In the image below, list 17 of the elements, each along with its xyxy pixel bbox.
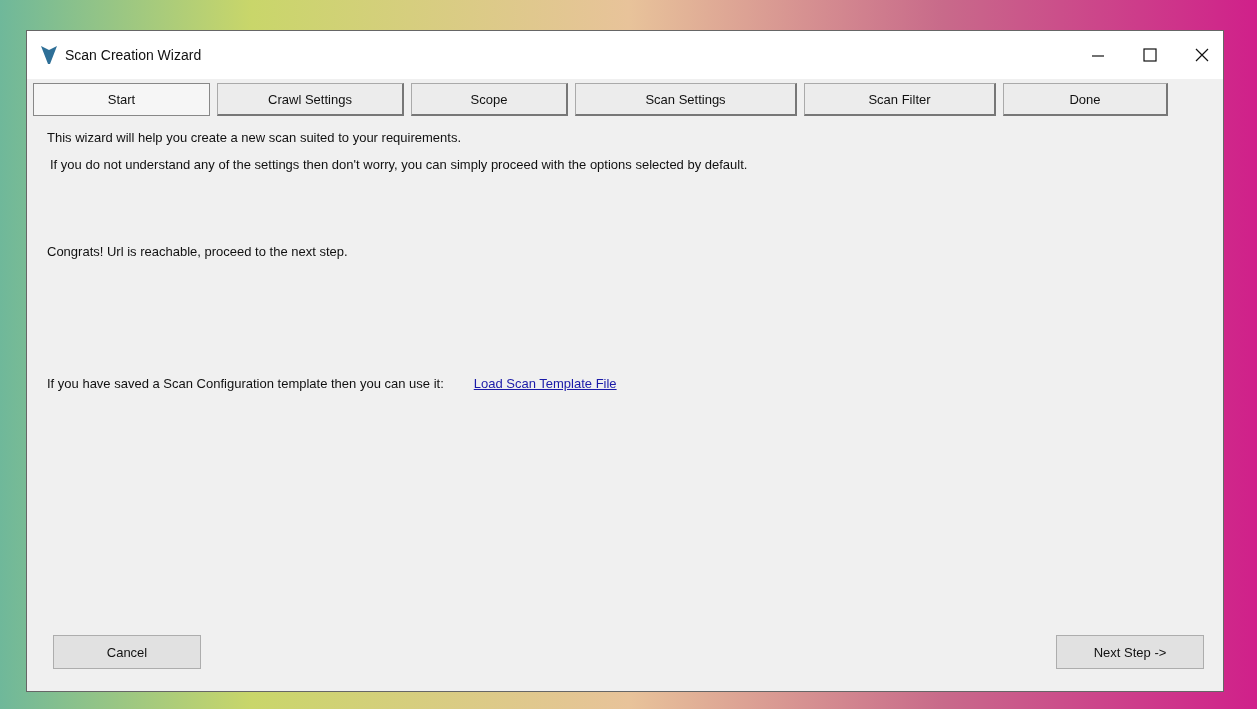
window-title: Scan Creation Wizard xyxy=(65,47,202,63)
next-step-button[interactable]: Next Step -> xyxy=(1056,635,1204,669)
wizard-tab[interactable]: Scan Settings xyxy=(575,83,797,116)
wizard-tab[interactable]: Done xyxy=(1003,83,1168,116)
cancel-button[interactable]: Cancel xyxy=(53,635,201,669)
logo-icon xyxy=(41,46,57,64)
intro-text: This wizard will help you create a new scan suited to your requirements. xyxy=(46,130,463,145)
intro-text: If you do not understand any of the settings then don't worry, you can simply proceed with the options selected by default. xyxy=(49,157,749,172)
status-message: Congrats! Url is reachable, proceed to the next step. xyxy=(46,244,349,259)
template-text: If you have saved a Scan Configuration template then you can use it: xyxy=(47,376,444,391)
maximize-icon[interactable] xyxy=(1143,48,1157,62)
close-icon[interactable] xyxy=(1195,48,1209,62)
wizard-tab[interactable]: Scope xyxy=(411,83,568,116)
load-template-link[interactable]: Load Scan Template File xyxy=(473,376,617,391)
wizard-tab[interactable]: Start xyxy=(33,83,210,116)
wizard-tab[interactable]: Crawl Settings xyxy=(217,83,404,116)
wizard-tab[interactable]: Scan Filter xyxy=(804,83,996,116)
